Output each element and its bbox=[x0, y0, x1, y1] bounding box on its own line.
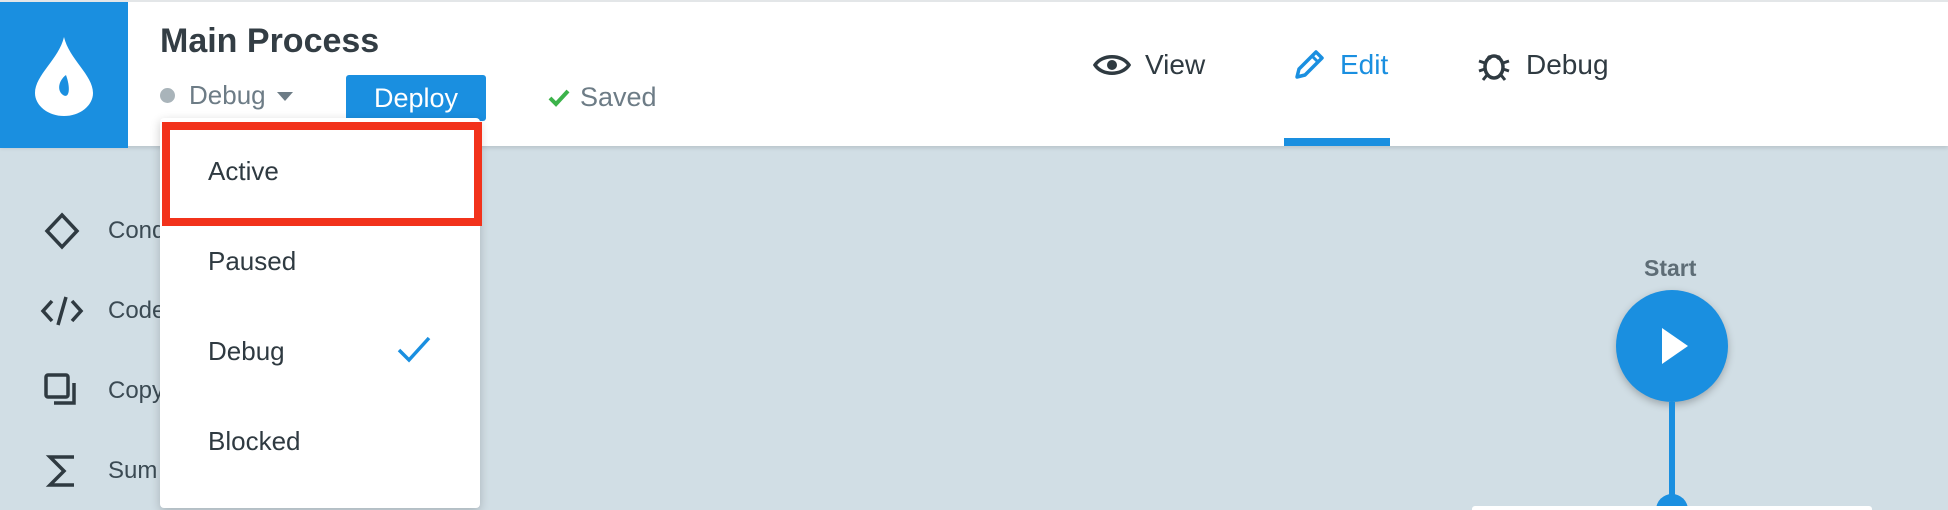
diamond-icon bbox=[44, 212, 80, 250]
sidebar-item-label: Sum bbox=[108, 457, 158, 484]
drop-logo-icon bbox=[35, 37, 93, 116]
status-option-label: Debug bbox=[208, 335, 285, 366]
start-node[interactable] bbox=[1616, 290, 1728, 402]
status-option-paused[interactable]: Paused bbox=[160, 228, 480, 294]
tab-edit[interactable]: Edit bbox=[1292, 42, 1388, 88]
start-node-label: Start bbox=[1644, 255, 1697, 281]
status-option-blocked[interactable]: Blocked bbox=[160, 408, 480, 474]
status-option-active[interactable]: Active bbox=[160, 138, 480, 204]
deploy-button[interactable]: Deploy bbox=[346, 75, 486, 121]
sidebar-item-label: Code bbox=[108, 297, 166, 324]
status-dot-icon bbox=[160, 88, 175, 103]
status-option-label: Active bbox=[208, 155, 279, 186]
page-title: Main Process bbox=[160, 22, 380, 60]
status-dropdown[interactable]: Debug bbox=[160, 80, 294, 111]
copy-icon bbox=[44, 373, 76, 405]
code-icon bbox=[40, 296, 84, 326]
saved-indicator: Saved bbox=[548, 82, 657, 113]
status-option-debug[interactable]: Debug bbox=[160, 318, 480, 384]
check-icon bbox=[548, 89, 570, 107]
tab-debug-label: Debug bbox=[1526, 49, 1609, 80]
tab-view-label: View bbox=[1145, 49, 1206, 80]
bug-icon bbox=[1478, 54, 1510, 81]
status-option-label: Paused bbox=[208, 245, 297, 276]
status-option-label: Blocked bbox=[208, 425, 301, 456]
sigma-icon bbox=[45, 455, 74, 487]
caret-down-icon bbox=[276, 91, 293, 101]
tab-debug[interactable]: Debug bbox=[1476, 42, 1609, 88]
status-value: Debug bbox=[189, 80, 266, 110]
sidebar-item-label: Cond bbox=[108, 217, 166, 244]
pencil-icon bbox=[1295, 50, 1324, 79]
tab-edit-label: Edit bbox=[1340, 49, 1389, 80]
saved-label: Saved bbox=[580, 82, 657, 112]
next-flow-node[interactable] bbox=[1472, 506, 1872, 510]
active-tab-indicator bbox=[1284, 138, 1390, 146]
sidebar-item-copy[interactable]: Copy bbox=[40, 366, 164, 416]
sidebar-item-sum[interactable]: Sum bbox=[40, 446, 157, 496]
status-menu: Active Paused Debug Blocked bbox=[160, 118, 480, 508]
app-logo[interactable] bbox=[0, 2, 128, 148]
sidebar-item-label: Copy bbox=[108, 377, 165, 404]
sidebar-item-condition[interactable]: Cond bbox=[40, 206, 165, 256]
sidebar-item-code[interactable]: Code bbox=[40, 286, 165, 336]
play-icon bbox=[1662, 328, 1688, 364]
checkmark-icon bbox=[397, 336, 431, 363]
tab-view[interactable]: View bbox=[1093, 42, 1205, 88]
eye-icon bbox=[1093, 55, 1131, 75]
